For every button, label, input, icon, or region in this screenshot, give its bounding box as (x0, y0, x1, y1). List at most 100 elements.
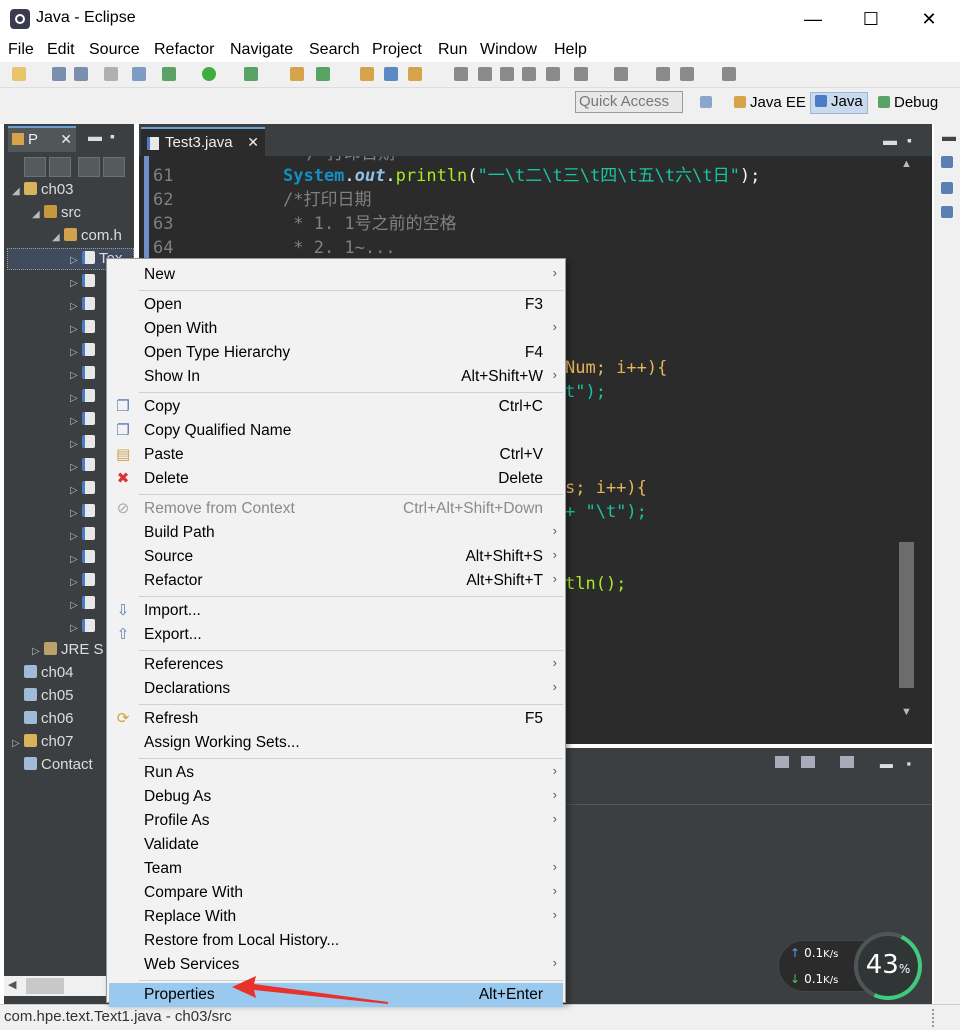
menu-item-remove-from-context[interactable]: ⊘ Remove from Context Ctrl+Alt+Shift+Down (109, 497, 563, 521)
collapsed-arrow-icon[interactable]: ▷ (70, 572, 82, 594)
menu-navigate[interactable]: Navigate (230, 41, 293, 59)
menu-item-run-as[interactable]: Run As › (109, 761, 563, 785)
tree-item[interactable]: ▷ ch07 (12, 731, 74, 753)
menu-edit[interactable]: Edit (47, 41, 75, 59)
menu-item-declarations[interactable]: Declarations › (109, 677, 563, 701)
mark-occurrences-icon[interactable] (408, 67, 422, 81)
collapsed-arrow-icon[interactable]: ▷ (70, 296, 82, 318)
tree-item[interactable]: ▷ (70, 616, 99, 638)
back-arrow-icon[interactable] (680, 67, 694, 81)
menu-search[interactable]: Search (309, 41, 360, 59)
toggle-annotation-icon[interactable] (454, 67, 468, 81)
minimize-panel-icon[interactable]: ▬ (88, 128, 102, 144)
collapsed-arrow-icon[interactable]: ▷ (32, 641, 44, 663)
editor-vertical-scrollbar[interactable]: ▲ ▼ (897, 156, 917, 722)
menu-item-restore-from-local-history[interactable]: Restore from Local History... (109, 929, 563, 953)
tree-item[interactable]: ▷ (70, 317, 99, 339)
collapsed-arrow-icon[interactable]: ▷ (70, 273, 82, 295)
menu-help[interactable]: Help (554, 41, 587, 59)
next-annotation-icon[interactable] (574, 67, 588, 81)
view-menu-icon[interactable] (103, 157, 125, 177)
perspective-java-ee[interactable]: Java EE (734, 94, 806, 111)
tab-package-explorer[interactable]: P ✕ (8, 126, 76, 152)
collapsed-arrow-icon[interactable]: ▷ (70, 526, 82, 548)
menu-item-source[interactable]: Source Alt+Shift+S › (109, 545, 563, 569)
tree-item[interactable]: ch04 (12, 662, 74, 684)
console-icon[interactable] (775, 756, 789, 768)
editor-scroll-thumb[interactable] (899, 542, 914, 688)
tree-item[interactable]: ▷ JRE S (32, 639, 104, 661)
collapsed-arrow-icon[interactable]: ▷ (70, 480, 82, 502)
menu-item-team[interactable]: Team › (109, 857, 563, 881)
tree-item[interactable]: ▷ (70, 271, 99, 293)
quick-access-field[interactable]: Quick Access (575, 91, 683, 113)
back-icon[interactable] (656, 67, 670, 81)
collapsed-arrow-icon[interactable]: ▷ (70, 411, 82, 433)
tree-item[interactable]: ◢ src (32, 202, 81, 224)
menu-item-copy[interactable]: ❐ Copy Ctrl+C (109, 395, 563, 419)
tree-item[interactable]: ▷ (70, 386, 99, 408)
task-list-icon[interactable] (941, 182, 953, 194)
menu-file[interactable]: File (8, 41, 34, 59)
menu-project[interactable]: Project (372, 41, 422, 59)
explorer-scroll-thumb[interactable] (26, 978, 64, 994)
collapsed-arrow-icon[interactable]: ▷ (70, 342, 82, 364)
minimize-button[interactable]: — (784, 0, 842, 38)
tree-item[interactable]: ▷ (70, 294, 99, 316)
skip-breakpoints-icon[interactable] (132, 67, 146, 81)
collapse-all-icon[interactable] (24, 157, 46, 177)
menu-item-profile-as[interactable]: Profile As › (109, 809, 563, 833)
menu-item-delete[interactable]: ✖ Delete Delete (109, 467, 563, 491)
tree-item[interactable]: ▷ (70, 593, 99, 615)
maximize-panel-icon[interactable]: ▪ (110, 128, 115, 144)
menu-item-references[interactable]: References › (109, 653, 563, 677)
focus-icon[interactable] (78, 157, 100, 177)
collapsed-arrow-icon[interactable]: ▷ (70, 250, 82, 272)
tab-test3-java[interactable]: Test3.java ✕ (141, 127, 265, 156)
external-tools-icon[interactable] (244, 67, 258, 81)
menu-run[interactable]: Run (438, 41, 467, 59)
link-with-editor-icon[interactable] (49, 157, 71, 177)
explorer-horizontal-scrollbar[interactable]: ◀ (4, 976, 108, 996)
close-tab-icon[interactable]: ✕ (60, 131, 72, 148)
open-type-icon[interactable] (360, 67, 374, 81)
tree-item[interactable]: ◢ com.h (52, 225, 122, 247)
show-source-icon[interactable] (522, 67, 536, 81)
menu-window[interactable]: Window (480, 41, 537, 59)
whitespace-icon[interactable] (478, 67, 492, 81)
tree-item[interactable]: ▷ (70, 455, 99, 477)
menu-item-compare-with[interactable]: Compare With › (109, 881, 563, 905)
menu-item-open-with[interactable]: Open With › (109, 317, 563, 341)
menu-item-new[interactable]: New › (109, 263, 563, 287)
menu-item-replace-with[interactable]: Replace With › (109, 905, 563, 929)
word-wrap-icon[interactable] (546, 67, 560, 81)
menu-item-debug-as[interactable]: Debug As › (109, 785, 563, 809)
forward-arrow-icon[interactable] (722, 67, 736, 81)
run-icon[interactable] (202, 67, 216, 81)
debug-icon[interactable] (162, 67, 176, 81)
tree-item[interactable]: ▷ (70, 524, 99, 546)
collapsed-arrow-icon[interactable]: ▷ (70, 457, 82, 479)
new-icon[interactable] (12, 67, 26, 81)
tree-item[interactable]: ▷ (70, 478, 99, 500)
tree-item[interactable]: ▷ (70, 432, 99, 454)
tree-item[interactable]: Contact (12, 754, 93, 776)
menu-refactor[interactable]: Refactor (154, 41, 214, 59)
tree-item[interactable]: ch05 (12, 685, 74, 707)
close-tab-icon[interactable]: ✕ (247, 134, 259, 151)
save-icon[interactable] (52, 67, 66, 81)
scroll-left-icon[interactable]: ◀ (8, 978, 16, 991)
collapsed-arrow-icon[interactable]: ▷ (70, 434, 82, 456)
menu-item-copy-qualified-name[interactable]: ❐ Copy Qualified Name (109, 419, 563, 443)
perspective-debug[interactable]: Debug (878, 94, 938, 111)
collapsed-arrow-icon[interactable]: ▷ (70, 388, 82, 410)
minimize-panel-icon[interactable]: ▬ (880, 756, 893, 771)
menu-item-assign-working-sets[interactable]: Assign Working Sets... (109, 731, 563, 755)
menu-item-refresh[interactable]: ⟳ Refresh F5 (109, 707, 563, 731)
menu-item-paste[interactable]: ▤ Paste Ctrl+V (109, 443, 563, 467)
tree-item[interactable]: ▷ (70, 501, 99, 523)
maximize-editor-icon[interactable]: ▪ (907, 132, 912, 148)
menu-item-export[interactable]: ⇧ Export... (109, 623, 563, 647)
scroll-up-icon[interactable]: ▲ (901, 158, 912, 170)
minimize-trim-icon[interactable]: ▬ (942, 128, 956, 144)
